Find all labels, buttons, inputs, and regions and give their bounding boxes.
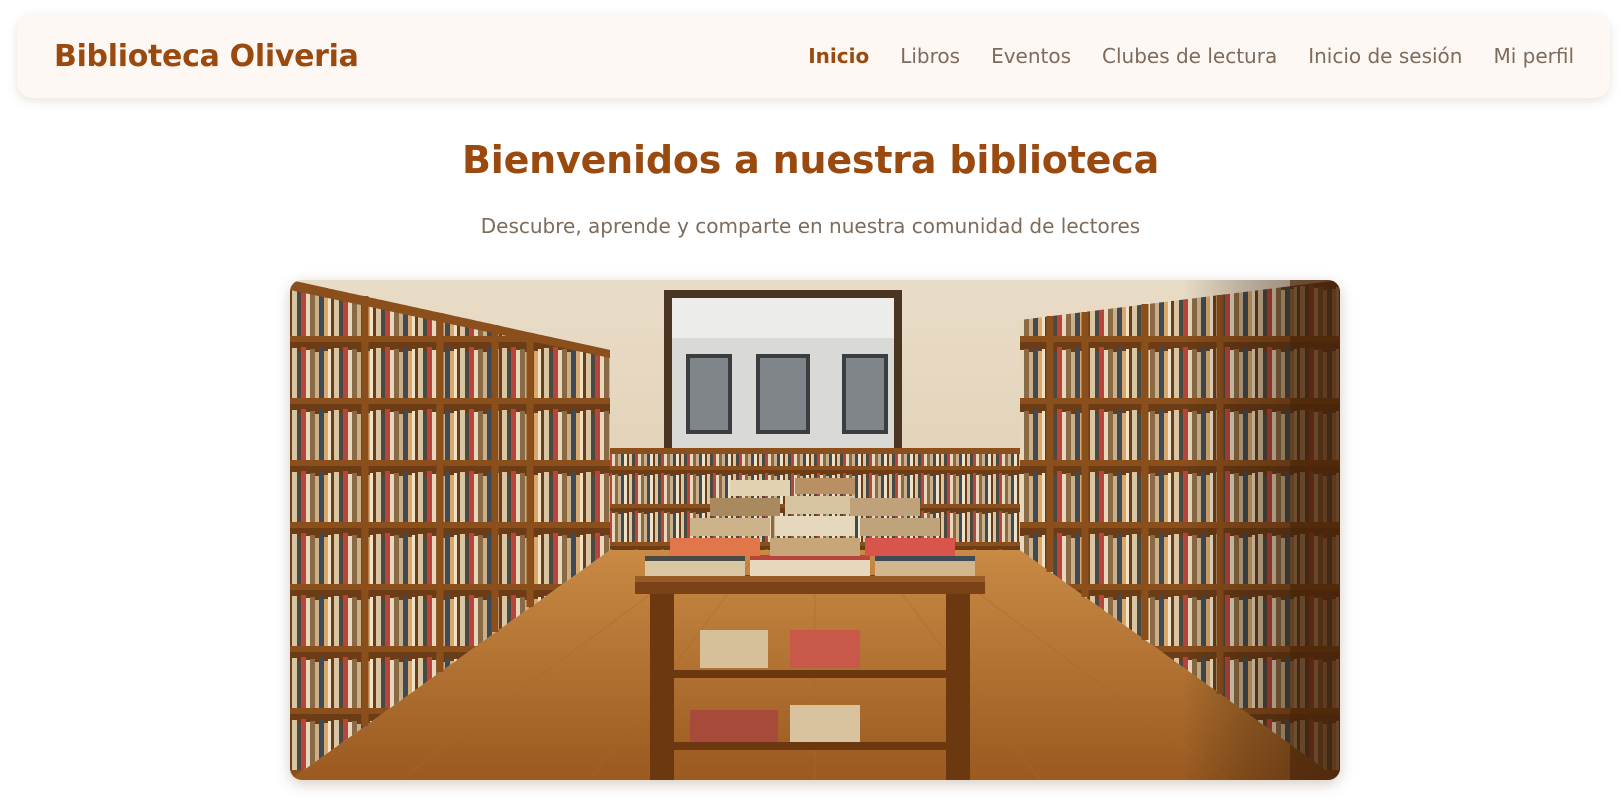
nav-links: Inicio Libros Eventos Clubes de lectura …: [777, 44, 1574, 68]
nav-item-clubes-de-lectura[interactable]: Clubes de lectura: [1102, 44, 1277, 68]
nav-item-mi-perfil[interactable]: Mi perfil: [1493, 44, 1574, 68]
hero-title: Bienvenidos a nuestra biblioteca: [461, 138, 1160, 182]
nav-item-inicio-de-sesion[interactable]: Inicio de sesión: [1308, 44, 1462, 68]
nav-item-inicio[interactable]: Inicio: [808, 44, 869, 68]
hero-library-image: [290, 280, 1340, 780]
top-navbar: Biblioteca Oliveria Inicio Libros Evento…: [17, 14, 1610, 98]
nav-item-libros[interactable]: Libros: [900, 44, 960, 68]
hero-subtitle: Descubre, aprende y comparte en nuestra …: [480, 214, 1141, 238]
nav-item-eventos[interactable]: Eventos: [991, 44, 1071, 68]
brand-logo-text[interactable]: Biblioteca Oliveria: [54, 39, 359, 74]
